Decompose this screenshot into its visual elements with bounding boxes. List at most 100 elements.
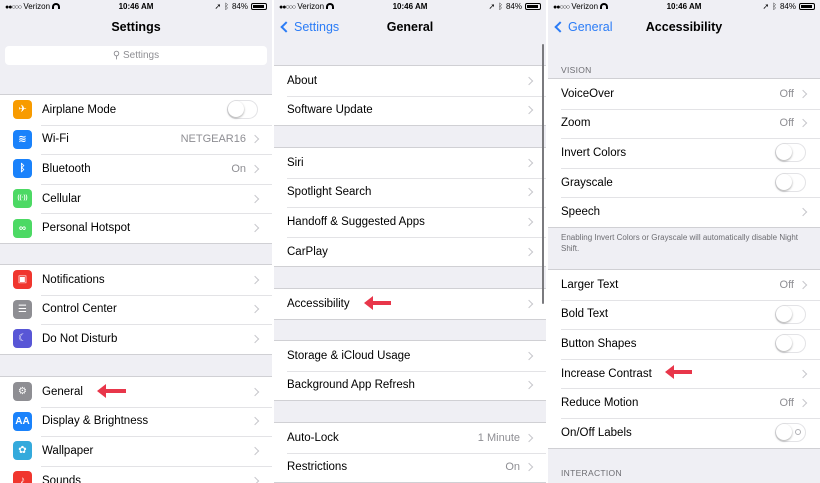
row-label: Display & Brightness — [42, 415, 149, 428]
notifications-icon: ▣ — [13, 270, 32, 290]
row-control-center[interactable]: ☰ Control Center — [0, 294, 272, 325]
row-zoom[interactable]: Zoom Off — [548, 108, 820, 139]
hotspot-icon: ∞ — [13, 218, 32, 238]
location-icon: ➚ — [762, 2, 770, 11]
location-icon: ➚ — [214, 2, 222, 11]
annotation-arrow — [665, 365, 692, 379]
row-value: On — [231, 162, 246, 175]
toggle-switch[interactable] — [775, 423, 806, 443]
annotation-arrow — [364, 296, 391, 310]
row-carplay[interactable]: CarPlay — [274, 236, 546, 267]
row-label: Personal Hotspot — [42, 222, 131, 235]
row-software-update[interactable]: Software Update — [274, 95, 546, 126]
row-value: Off — [779, 87, 794, 100]
row-about[interactable]: About — [274, 66, 546, 96]
row-label: Sounds — [42, 474, 82, 483]
section-header-interaction: INTERACTION — [561, 468, 622, 478]
row-personal-hotspot[interactable]: ∞ Personal Hotspot — [0, 213, 272, 243]
chevron-right-icon — [250, 417, 260, 426]
row-value: Off — [779, 397, 794, 410]
row-label: Bold Text — [561, 308, 609, 321]
toggle-switch[interactable] — [775, 143, 806, 163]
chevron-right-icon — [524, 217, 534, 227]
row-label: On/Off Labels — [561, 426, 632, 439]
chevron-right-icon — [250, 164, 260, 174]
toggle-switch[interactable] — [227, 100, 258, 120]
search-input[interactable]: ⚲ Settings — [5, 46, 267, 65]
row-storage-icloud-usage[interactable]: Storage & iCloud Usage — [274, 341, 546, 371]
wallpaper-icon: ✿ — [13, 441, 32, 461]
scrollbar[interactable] — [541, 44, 544, 304]
chevron-right-icon — [798, 280, 808, 290]
chevron-right-icon — [524, 247, 534, 256]
chevron-right-icon — [250, 476, 260, 483]
accessibility-screen: ●●○○○ Verizon 10:46 AM ➚ ᛒ 84% General Acc… — [548, 0, 820, 483]
bluetooth-status-icon: ᛒ — [224, 2, 229, 11]
cellular-icon: ((·)) — [13, 189, 32, 209]
bluetooth-icon: ᛒ — [13, 159, 32, 179]
row-wallpaper[interactable]: ✿ Wallpaper — [0, 436, 272, 466]
row-label: Spotlight Search — [287, 186, 372, 199]
chevron-right-icon — [250, 387, 260, 397]
location-icon: ➚ — [488, 2, 496, 11]
battery-icon — [525, 3, 541, 10]
chevron-right-icon — [250, 135, 260, 144]
row-label: Software Update — [287, 104, 373, 117]
chevron-right-icon — [798, 119, 808, 128]
row-restrictions[interactable]: Restrictions On — [274, 452, 546, 483]
row-handoff-suggested-apps[interactable]: Handoff & Suggested Apps — [274, 207, 546, 237]
row-grayscale[interactable]: Grayscale — [548, 167, 820, 198]
chevron-right-icon — [798, 398, 808, 408]
row-notifications[interactable]: ▣ Notifications — [0, 265, 272, 295]
row-label: Handoff & Suggested Apps — [287, 215, 425, 228]
row-button-shapes[interactable]: Button Shapes — [548, 329, 820, 359]
row-label: Reduce Motion — [561, 397, 639, 410]
row-wi-fi[interactable]: ≋ Wi-Fi NETGEAR16 — [0, 124, 272, 155]
row-auto-lock[interactable]: Auto-Lock 1 Minute — [274, 423, 546, 453]
row-label: Zoom — [561, 117, 591, 130]
row-speech[interactable]: Speech — [548, 197, 820, 227]
row-siri[interactable]: Siri — [274, 148, 546, 178]
battery-percent: 84% — [231, 2, 248, 11]
row-do-not-disturb[interactable]: ☾ Do Not Disturb — [0, 324, 272, 354]
row-value: Off — [779, 117, 794, 130]
row-label: Do Not Disturb — [42, 332, 118, 345]
row-cellular[interactable]: ((·)) Cellular — [0, 183, 272, 214]
row-general[interactable]: ⚙ General — [0, 377, 272, 407]
battery-icon — [799, 3, 815, 10]
row-label: Storage & iCloud Usage — [287, 349, 411, 362]
row-label: Increase Contrast — [561, 367, 652, 380]
row-value: Off — [779, 278, 794, 291]
row-bluetooth[interactable]: ᛒ Bluetooth On — [0, 154, 272, 184]
chevron-right-icon — [524, 351, 534, 361]
row-sounds[interactable]: ♪ Sounds — [0, 465, 272, 483]
row-spotlight-search[interactable]: Spotlight Search — [274, 177, 546, 208]
row-airplane-mode[interactable]: ✈ Airplane Mode — [0, 95, 272, 125]
row-on-off-labels[interactable]: On/Off Labels — [548, 417, 820, 448]
search-icon: ⚲ — [112, 50, 121, 61]
page-title: Settings — [111, 20, 161, 34]
chevron-right-icon — [524, 299, 534, 309]
sounds-icon: ♪ — [13, 471, 32, 483]
row-label: CarPlay — [287, 245, 328, 258]
airplane-icon: ✈ — [13, 100, 32, 120]
toggle-switch[interactable] — [775, 173, 806, 193]
row-background-app-refresh[interactable]: Background App Refresh — [274, 370, 546, 401]
row-larger-text[interactable]: Larger Text Off — [548, 270, 820, 300]
toggle-switch[interactable] — [775, 334, 806, 354]
row-display-brightness[interactable]: AA Display & Brightness — [0, 406, 272, 437]
nav-bar: General Accessibility — [548, 14, 820, 42]
row-invert-colors[interactable]: Invert Colors — [548, 138, 820, 168]
row-bold-text[interactable]: Bold Text — [548, 299, 820, 330]
row-voiceover[interactable]: VoiceOver Off — [548, 79, 820, 109]
chevron-right-icon — [250, 334, 260, 344]
row-label: Wallpaper — [42, 444, 94, 457]
settings-group-general: ⚙ General AA Display & Brightness ✿ Wallpaper… — [0, 376, 272, 483]
settings-group-notifications: ▣ Notifications ☰ Control Center ☾ Do Not Dis… — [0, 264, 272, 355]
row-accessibility[interactable]: Accessibility — [274, 289, 546, 319]
row-value: NETGEAR16 — [180, 133, 246, 146]
row-reduce-motion[interactable]: Reduce Motion Off — [548, 388, 820, 418]
toggle-switch[interactable] — [775, 304, 806, 324]
page-title: General — [386, 20, 434, 34]
chevron-right-icon — [524, 158, 534, 168]
